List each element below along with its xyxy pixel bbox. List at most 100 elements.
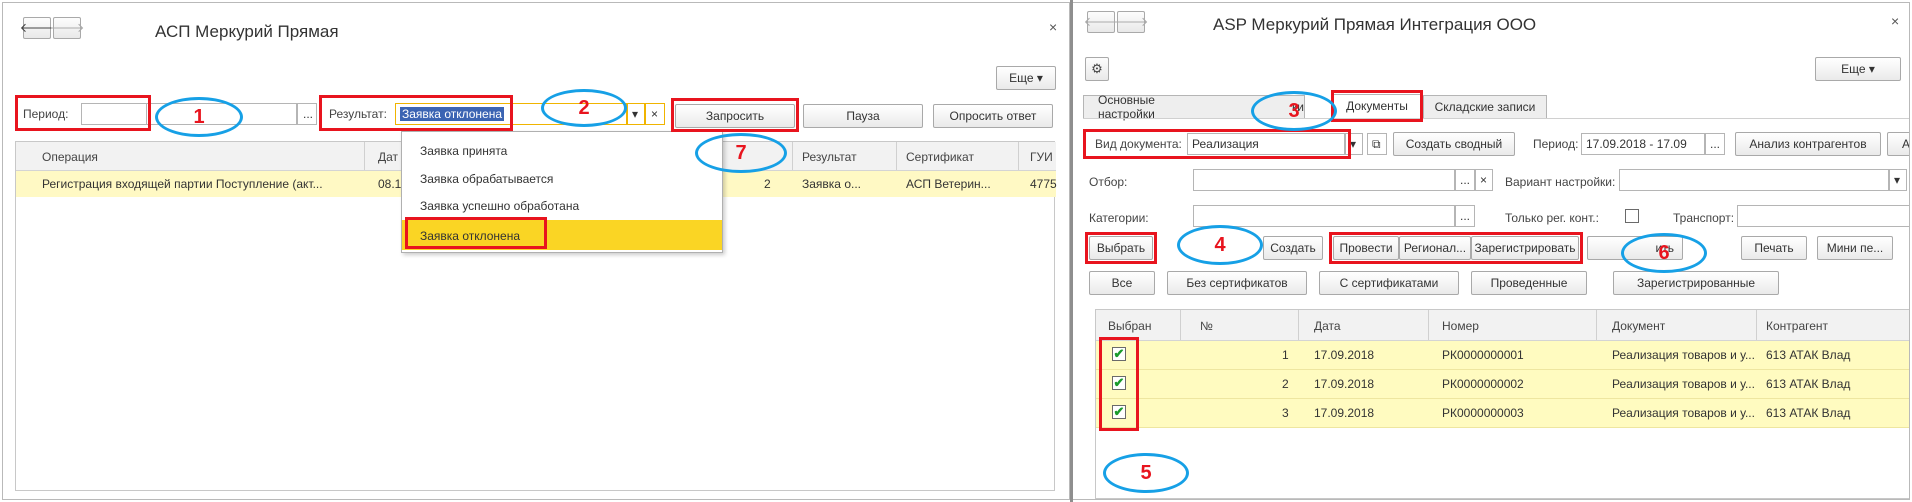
row-counterparty: 613 АТАК Влад xyxy=(1766,406,1851,420)
left-window: 🡐 🡒 АСП Меркурий Прямая × Еще ▾ Период: … xyxy=(2,2,1070,500)
column-operation[interactable]: Операция xyxy=(42,150,98,164)
divider xyxy=(1180,310,1181,340)
period-label: Период: xyxy=(1533,137,1579,151)
analysis-button-2[interactable]: Анали xyxy=(1887,132,1909,156)
divider xyxy=(1596,310,1597,340)
variant-label: Вариант настройки: xyxy=(1505,175,1616,189)
reg-only-checkbox[interactable] xyxy=(1625,209,1639,223)
table-row[interactable]: ✔ 1 17.09.2018 РК0000000001 Реализация т… xyxy=(1096,341,1909,370)
column-certificate[interactable]: Сертификат xyxy=(906,150,974,164)
more-button[interactable]: Еще ▾ xyxy=(1815,57,1901,81)
create-summary-button[interactable]: Создать сводный xyxy=(1393,132,1515,156)
highlight-period xyxy=(15,95,151,131)
row-date: 17.09.2018 xyxy=(1314,377,1375,391)
highlight-select-button xyxy=(1085,232,1157,264)
result-dropdown-icon[interactable]: ▾ xyxy=(627,103,645,125)
result-clear-icon[interactable]: × xyxy=(645,103,665,125)
highlight-result xyxy=(319,95,513,131)
create-button[interactable]: Создать xyxy=(1263,236,1323,260)
highlight-action-buttons xyxy=(1329,232,1583,264)
column-selected[interactable]: Выбран xyxy=(1108,319,1151,333)
row-counterparty: 613 АТАК Влад xyxy=(1766,377,1851,391)
transport-label: Транспорт: xyxy=(1673,211,1735,225)
column-guid[interactable]: ГУИ xyxy=(1030,150,1053,164)
period-select-button[interactable]: ... xyxy=(1705,133,1725,155)
tab-main-settings-label: Основные настройки xyxy=(1098,93,1155,121)
transport-input[interactable] xyxy=(1737,205,1909,227)
more-button[interactable]: Еще ▾ xyxy=(996,66,1056,90)
tab-warehouse[interactable]: Складские записи xyxy=(1423,95,1547,119)
forward-button[interactable]: 🡒 xyxy=(1114,11,1148,33)
categories-input[interactable] xyxy=(1193,205,1455,227)
column-number[interactable]: № xyxy=(1200,319,1213,333)
filter-input[interactable] xyxy=(1193,169,1455,191)
callout-4: 4 xyxy=(1177,225,1263,265)
divider xyxy=(792,142,793,170)
callout-2: 2 xyxy=(541,89,627,127)
categories-label: Категории: xyxy=(1089,211,1149,225)
row-counterparty: 613 АТАК Влад xyxy=(1766,348,1851,362)
dropdown-item[interactable]: Заявка принята xyxy=(420,144,507,158)
period-select-button[interactable]: ... xyxy=(297,103,317,125)
variant-input[interactable] xyxy=(1619,169,1889,191)
divider xyxy=(1018,142,1019,170)
right-window: 🡐 🡒 ASP Меркурий Прямая Интеграция ООО ×… xyxy=(1072,2,1910,500)
divider xyxy=(1756,310,1757,340)
back-button[interactable]: 🡐 xyxy=(1084,11,1118,33)
row-number: РК0000000001 xyxy=(1442,348,1524,362)
print-button[interactable]: Печать xyxy=(1741,236,1807,260)
row-guid: 4775 xyxy=(1030,177,1057,191)
pause-button[interactable]: Пауза xyxy=(803,104,923,128)
row-num: 1 xyxy=(1282,348,1289,362)
divider xyxy=(1298,310,1299,340)
row-num: 3 xyxy=(1282,406,1289,420)
row-number: РК0000000003 xyxy=(1442,406,1524,420)
column-document[interactable]: Документ xyxy=(1612,319,1665,333)
filter-registered-button[interactable]: Зарегистрированные xyxy=(1613,271,1779,295)
categories-select-button[interactable]: ... xyxy=(1455,205,1475,227)
poll-response-button[interactable]: Опросить ответ xyxy=(933,104,1053,128)
highlight-request xyxy=(671,98,799,132)
highlight-documents-tab xyxy=(1331,90,1423,122)
row-count: 2 xyxy=(764,177,771,191)
row-date: 17.09.2018 xyxy=(1314,348,1375,362)
column-doc-number[interactable]: Номер xyxy=(1442,319,1479,333)
divider xyxy=(896,142,897,170)
callout-5: 5 xyxy=(1103,453,1189,493)
tab-divider xyxy=(1083,118,1909,119)
mini-print-button[interactable]: Мини пе... xyxy=(1817,236,1893,260)
callout-7: 7 xyxy=(695,133,787,173)
column-date[interactable]: Дата xyxy=(1314,319,1341,333)
filter-all-button[interactable]: Все xyxy=(1089,271,1155,295)
back-button[interactable]: 🡐 xyxy=(20,17,54,39)
settings-icon[interactable]: ⚙ xyxy=(1085,57,1109,81)
filter-select-button[interactable]: ... xyxy=(1455,169,1475,191)
close-icon[interactable]: × xyxy=(1891,13,1899,29)
period-input[interactable]: 17.09.2018 - 17.09 xyxy=(1581,133,1705,155)
column-date[interactable]: Дат xyxy=(378,150,398,164)
dropdown-item[interactable]: Заявка успешно обработана xyxy=(420,199,579,213)
column-counterparty[interactable]: Контрагент xyxy=(1766,319,1828,333)
filter-clear-icon[interactable]: × xyxy=(1475,169,1493,191)
row-result: Заявка о... xyxy=(802,177,861,191)
variant-dropdown-icon[interactable]: ▾ xyxy=(1889,169,1907,191)
window-divider xyxy=(1070,0,1073,502)
forward-button[interactable]: 🡒 xyxy=(50,17,84,39)
row-document: Реализация товаров и у... xyxy=(1612,377,1755,391)
filter-with-cert-button[interactable]: С сертификатами xyxy=(1319,271,1459,295)
highlight-rejected-item xyxy=(405,217,547,249)
row-certificate: АСП Ветерин... xyxy=(906,177,991,191)
callout-3: 3 xyxy=(1251,91,1337,131)
window-title: АСП Меркурий Прямая xyxy=(155,22,339,41)
table-row[interactable]: ✔ 2 17.09.2018 РК0000000002 Реализация т… xyxy=(1096,370,1909,399)
counterparty-analysis-button[interactable]: Анализ контрагентов xyxy=(1735,132,1881,156)
close-icon[interactable]: × xyxy=(1049,19,1057,35)
table-row[interactable]: ✔ 3 17.09.2018 РК0000000003 Реализация т… xyxy=(1096,399,1909,428)
divider xyxy=(364,142,365,170)
filter-no-cert-button[interactable]: Без сертификатов xyxy=(1167,271,1307,295)
callout-1: 1 xyxy=(155,97,243,137)
column-result[interactable]: Результат xyxy=(802,150,857,164)
doc-type-open-icon[interactable]: ⧉ xyxy=(1367,133,1387,155)
dropdown-item[interactable]: Заявка обрабатывается xyxy=(420,172,553,186)
filter-posted-button[interactable]: Проведенные xyxy=(1471,271,1587,295)
